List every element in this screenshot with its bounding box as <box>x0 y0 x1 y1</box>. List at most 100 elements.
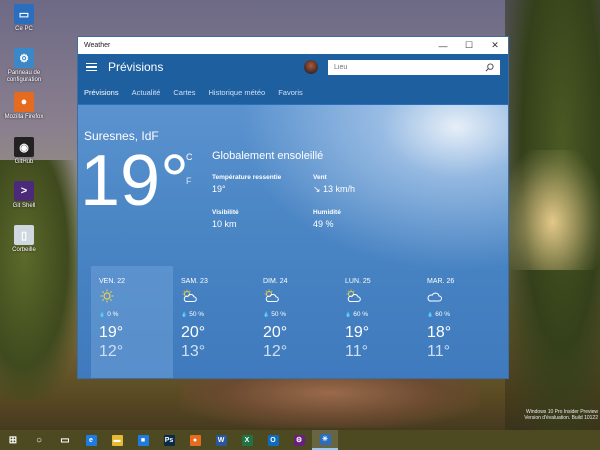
cloudy-icon <box>427 292 442 302</box>
store-taskbar-icon-glyph: ■ <box>137 434 149 446</box>
forecast-high: 19° <box>345 324 370 341</box>
forecast-low: 11° <box>345 343 369 360</box>
desktop-icon[interactable]: > Git Shell <box>4 181 44 210</box>
search-button[interactable]: ○ <box>26 430 52 450</box>
forecast-precip: 💧 50 % <box>181 311 255 318</box>
desktop-icon-image: > <box>14 181 34 201</box>
edge-taskbar-icon-glyph: e <box>85 434 97 446</box>
maximize-button[interactable]: ☐ <box>456 37 482 54</box>
close-button[interactable]: ✕ <box>482 37 508 54</box>
minimize-button[interactable]: — <box>430 37 456 54</box>
forecast-precip: 💧 60 % <box>345 311 419 318</box>
excel-taskbar-icon[interactable]: X <box>234 430 260 450</box>
window-titlebar[interactable]: Weather — ☐ ✕ <box>78 37 508 54</box>
app-title: Prévisions <box>108 60 164 74</box>
task-view-button[interactable]: ▭ <box>52 430 78 450</box>
word-taskbar-icon-glyph: W <box>215 434 227 446</box>
visibility: Visibilité 10 km <box>212 209 239 229</box>
visibility-value: 10 km <box>212 219 237 229</box>
desktop-icon-image: ◉ <box>14 137 34 157</box>
forecast-precip: 💧 0 % <box>99 311 173 318</box>
forecast-day-name: VEN. 22 <box>99 278 126 285</box>
forecast-precip-value: 60 % <box>435 311 451 318</box>
weather-taskbar-icon[interactable]: ☀ <box>312 430 338 450</box>
forecast-high: 19° <box>99 324 124 341</box>
humidity-label: Humidité <box>313 209 341 216</box>
desktop-icon-image: ▭ <box>14 4 34 24</box>
firefox-taskbar-icon-glyph: ● <box>189 434 201 446</box>
start-button[interactable]: ⊞ <box>0 430 26 450</box>
raindrop-icon: 💧 <box>427 311 434 318</box>
tab-item[interactable]: Actualité <box>132 88 161 97</box>
daily-forecast: VEN. 22 💧 0 % 19° 12° SAM. 23 💧 50 % 20° 13° DIM. … <box>91 266 501 378</box>
forecast-low: 12° <box>263 343 288 360</box>
tab-item[interactable]: Cartes <box>173 88 195 97</box>
vs-taskbar-icon[interactable]: ⚙ <box>286 430 312 450</box>
edge-taskbar-icon[interactable]: e <box>78 430 104 450</box>
unit-celsius[interactable]: C <box>186 152 193 162</box>
forecast-high: 18° <box>427 324 452 341</box>
desktop-icon-label: Git Shell <box>12 203 36 209</box>
wind: Vent ↘ 13 km/h <box>313 174 355 195</box>
explorer-taskbar-icon[interactable]: ▬ <box>104 430 130 450</box>
forecast-day-name: MAR. 26 <box>427 278 455 285</box>
forecast-day-name: LUN. 25 <box>345 278 371 285</box>
store-taskbar-icon[interactable]: ■ <box>130 430 156 450</box>
taskbar: ⊞ ○ ▭ e ▬ ■ Ps ● W X O ⚙ ☀ <box>0 430 600 450</box>
partly-cloudy-icon <box>346 289 361 302</box>
humidity-value: 49 % <box>313 219 334 229</box>
raindrop-icon: 💧 <box>181 311 188 318</box>
vs-taskbar-icon-glyph: ⚙ <box>293 434 305 446</box>
forecast-high: 20° <box>263 324 288 341</box>
avatar[interactable] <box>304 60 318 74</box>
desktop-icon[interactable]: ▭ Ce PC <box>4 4 44 33</box>
desktop-icon-label: Mozilla Firefox <box>4 114 44 120</box>
word-taskbar-icon[interactable]: W <box>208 430 234 450</box>
forecast-low: 13° <box>181 343 206 360</box>
forecast-day[interactable]: SAM. 23 💧 50 % 20° 13° <box>173 266 255 378</box>
firefox-taskbar-icon[interactable]: ● <box>182 430 208 450</box>
desktop-icon-image: ▯ <box>14 225 34 245</box>
forecast-day-name: SAM. 23 <box>181 278 208 285</box>
current-condition: Globalement ensoleillé <box>212 150 324 162</box>
forecast-high: 20° <box>181 324 206 341</box>
forecast-low: 11° <box>427 343 451 360</box>
forecast-day[interactable]: DIM. 24 💧 50 % 20° 12° <box>255 266 337 378</box>
desktop-path <box>180 378 480 428</box>
tab-item[interactable]: Favoris <box>278 88 303 97</box>
photoshop-taskbar-icon-glyph: Ps <box>163 434 175 446</box>
forecast-day-name: DIM. 24 <box>263 278 288 285</box>
window-title: Weather <box>84 42 111 49</box>
forecast-day[interactable]: MAR. 26 💧 60 % 18° 11° <box>419 266 501 378</box>
raindrop-icon: 💧 <box>345 311 352 318</box>
search-box[interactable] <box>328 59 500 75</box>
desktop-icon-image: ● <box>14 92 34 112</box>
desktop-sunset <box>505 150 600 270</box>
hamburger-menu-icon[interactable] <box>78 54 104 80</box>
weather-window: Weather — ☐ ✕ Prévisions Prévisions Actua… <box>77 36 509 379</box>
build-watermark: Windows 10 Pro Insider Preview Version d… <box>498 409 598 421</box>
desktop-icon[interactable]: ● Mozilla Firefox <box>4 92 44 121</box>
tab-item[interactable]: Historique météo <box>208 88 265 97</box>
outlook-taskbar-icon-glyph: O <box>267 434 279 446</box>
task-view-glyph: ▭ <box>60 434 70 446</box>
unit-fahrenheit[interactable]: F <box>186 176 192 186</box>
current-temperature: 19° <box>80 141 189 221</box>
tab-item[interactable]: Prévisions <box>84 88 119 97</box>
photoshop-taskbar-icon[interactable]: Ps <box>156 430 182 450</box>
visibility-label: Visibilité <box>212 209 239 216</box>
forecast-day[interactable]: VEN. 22 💧 0 % 19° 12° <box>91 266 173 378</box>
desktop-icon[interactable]: ⚙ Panneau de configuration <box>4 48 44 84</box>
raindrop-icon: 💧 <box>99 311 106 318</box>
forecast-day[interactable]: LUN. 25 💧 60 % 19° 11° <box>337 266 419 378</box>
desktop-icon[interactable]: ◉ GitHub <box>4 137 44 166</box>
search-icon[interactable] <box>485 62 494 72</box>
start-glyph: ⊞ <box>8 434 18 446</box>
desktop-icon-label: GitHub <box>14 159 34 165</box>
search-glyph: ○ <box>35 434 43 446</box>
outlook-taskbar-icon[interactable]: O <box>260 430 286 450</box>
search-input[interactable] <box>334 63 485 71</box>
wind-value: ↘ 13 km/h <box>313 184 356 194</box>
excel-taskbar-icon-glyph: X <box>241 434 253 446</box>
desktop-icon[interactable]: ▯ Corbeille <box>4 225 44 254</box>
